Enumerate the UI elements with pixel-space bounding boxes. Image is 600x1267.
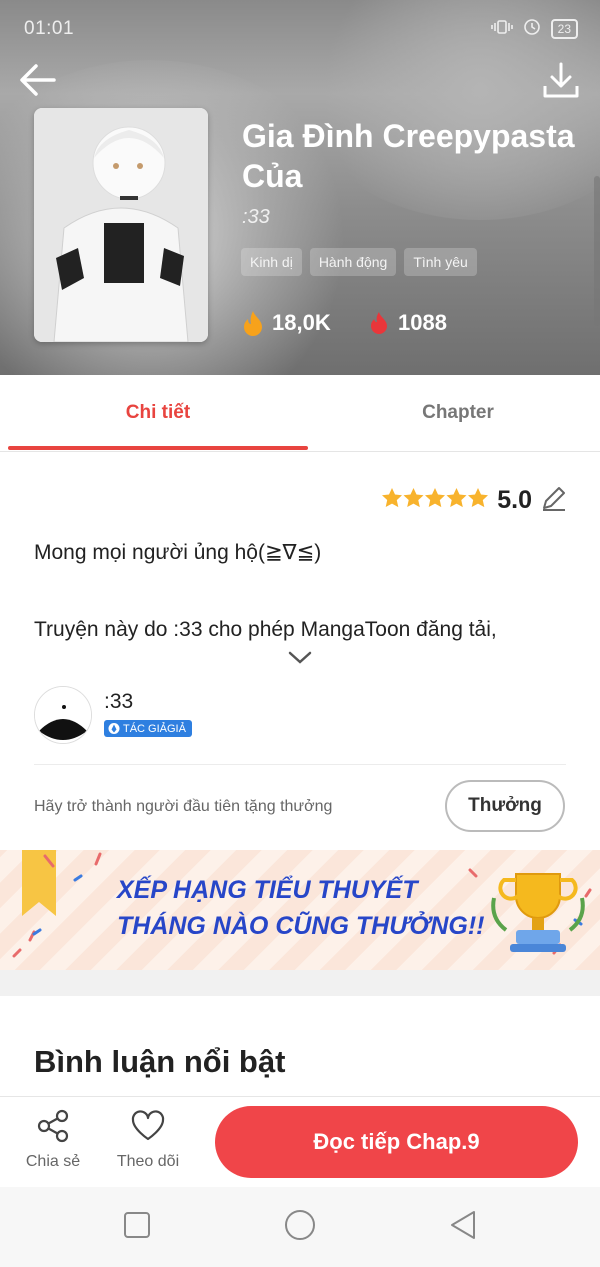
- vibrate-icon: [490, 19, 513, 38]
- author-avatar[interactable]: [34, 686, 92, 744]
- heart-icon: [131, 1110, 165, 1141]
- author-badge-label: TÁC GIẢGIẢ: [123, 722, 186, 735]
- continue-reading-button[interactable]: Đọc tiếp Chap.9: [215, 1106, 578, 1178]
- genre-tags: Kinh dị Hành động Tình yêu: [241, 248, 477, 276]
- star-icon: [403, 488, 424, 508]
- tab-details[interactable]: Chi tiết: [8, 375, 308, 451]
- back-triangle-icon[interactable]: [446, 1208, 480, 1242]
- cover-illustration: [34, 108, 208, 342]
- flame-like-icon: [371, 312, 387, 334]
- active-tab-indicator: [8, 446, 308, 450]
- book-title: Gia Đình Creepypasta Của: [242, 118, 575, 194]
- section-separator: [0, 970, 600, 996]
- follow-button[interactable]: Theo dõi: [103, 1108, 193, 1171]
- share-label: Chia sẻ: [25, 1153, 81, 1170]
- back-button[interactable]: [16, 58, 60, 102]
- banner-headline: XẾP HẠNG TIỂU THUYẾT THÁNG NÀO CŨNG THƯỞ…: [117, 872, 485, 944]
- star-icon: [382, 488, 403, 508]
- star-icon: [468, 488, 489, 508]
- share-icon: [37, 1109, 69, 1143]
- description-line: Truyện này do :33 cho phép MangaToon đăn…: [34, 618, 497, 641]
- home-icon[interactable]: [283, 1208, 317, 1242]
- chevron-down-icon: [288, 651, 312, 664]
- pen-nib-icon: [108, 723, 120, 734]
- status-time: 01:01: [24, 18, 75, 39]
- expand-description-button[interactable]: [286, 648, 314, 666]
- comments-section-title: Bình luận nổi bật: [34, 1044, 286, 1079]
- alarm-icon: [523, 18, 541, 39]
- follow-label: Theo dõi: [116, 1153, 180, 1170]
- reward-prompt: Hãy trở thành người đầu tiên tặng thưởng: [34, 798, 333, 815]
- tab-chapter[interactable]: Chapter: [308, 375, 600, 451]
- views-stat: 18,0K: [242, 310, 331, 336]
- download-icon: [543, 62, 579, 98]
- edit-rating-button[interactable]: [540, 484, 568, 517]
- fire-icon: [244, 311, 262, 336]
- download-button[interactable]: [540, 60, 582, 102]
- description-line: Mong mọi người ủng hộ(≧∇≦): [34, 541, 322, 564]
- status-icons: 23: [490, 18, 578, 39]
- reward-button[interactable]: Thưởng: [445, 780, 565, 832]
- back-arrow-icon: [20, 64, 56, 96]
- pencil-icon: [543, 487, 565, 511]
- book-cover[interactable]: [34, 108, 208, 342]
- avatar-image: [35, 687, 91, 743]
- trophy-icon: [491, 873, 585, 952]
- star-icon: [446, 488, 467, 508]
- author-badge: TÁC GIẢGIẢ: [104, 720, 192, 737]
- banner-line: THÁNG NÀO CŨNG THƯỞNG!!: [117, 912, 485, 940]
- rating-value: 5.0: [497, 486, 532, 514]
- rating-row: 5.0: [381, 484, 568, 517]
- battery-indicator: 23: [550, 18, 578, 39]
- star-icon: [425, 488, 446, 508]
- tab-bar: Chi tiết Chapter: [0, 375, 600, 452]
- author-name[interactable]: :33: [104, 690, 133, 714]
- likes-stat: 1088: [368, 310, 447, 336]
- share-button[interactable]: Chia sẻ: [8, 1108, 98, 1171]
- scrollbar[interactable]: [594, 176, 600, 326]
- genre-tag[interactable]: Kinh dị: [241, 248, 302, 276]
- rating-stars: [381, 487, 489, 514]
- genre-tag[interactable]: Hành động: [309, 248, 397, 276]
- book-author[interactable]: :33: [242, 206, 270, 229]
- recent-apps-icon[interactable]: [120, 1208, 154, 1242]
- likes-count: 1088: [398, 310, 447, 335]
- genre-tag[interactable]: Tình yêu: [404, 248, 477, 276]
- divider: [34, 764, 566, 765]
- views-count: 18,0K: [272, 310, 331, 335]
- banner-line: XẾP HẠNG TIỂU THUYẾT: [117, 876, 418, 904]
